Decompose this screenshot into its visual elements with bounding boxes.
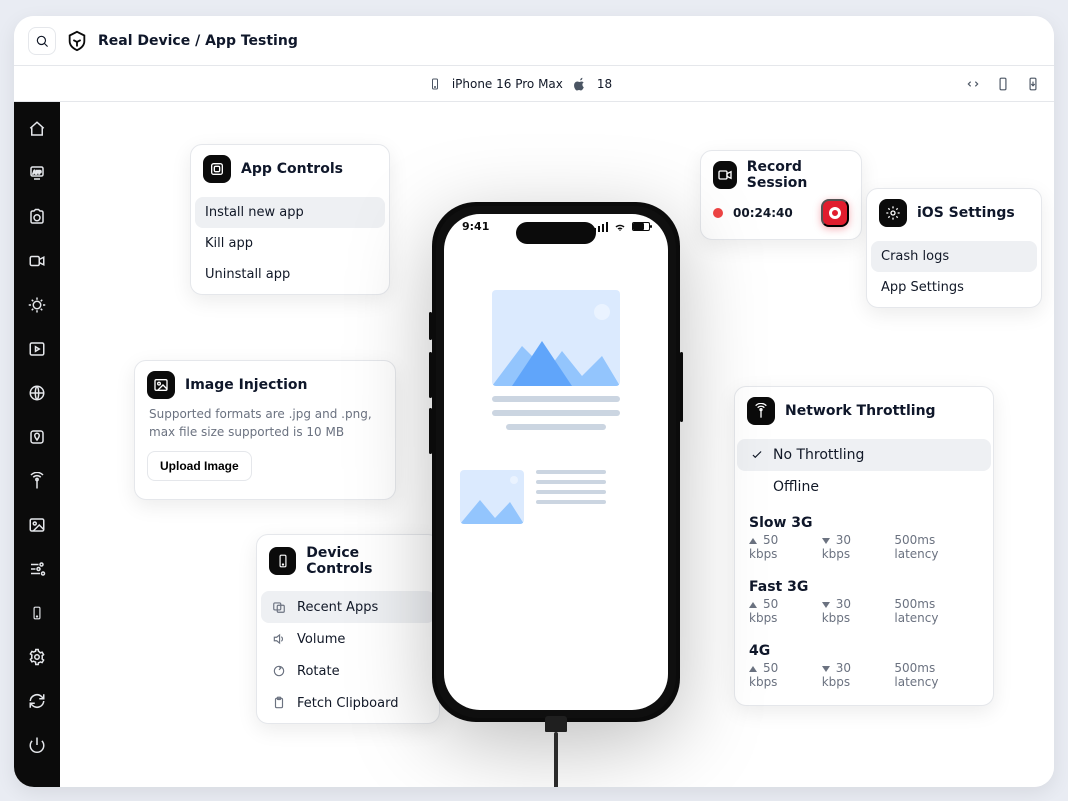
devtools-icon[interactable] [996, 77, 1010, 91]
placeholder-row [460, 470, 652, 524]
download-icon [822, 538, 830, 544]
device-controls-icon [269, 547, 296, 575]
device-icon [428, 77, 442, 91]
ios-settings-title: iOS Settings [917, 205, 1015, 221]
topbar: Real Device / App Testing [14, 16, 1054, 66]
network-throttling-card: Network Throttling No Throttling Offline [734, 386, 994, 706]
phone-statusbar: 9:41 [444, 220, 668, 233]
sidebar-power[interactable] [22, 730, 52, 760]
record-session-card: Record Session 00:24:40 [700, 150, 862, 240]
app-controls-title: App Controls [241, 161, 343, 177]
sidebar-adjust[interactable] [22, 554, 52, 584]
stop-record-button[interactable] [821, 199, 849, 227]
image-injection-title: Image Injection [185, 377, 307, 393]
upload-icon [749, 602, 757, 608]
download-icon [822, 602, 830, 608]
net-option-offline[interactable]: Offline [737, 471, 991, 503]
app-controls-card: App Controls Install new app Kill app Un… [190, 144, 390, 295]
search-icon [35, 34, 49, 48]
app-controls-uninstall[interactable]: Uninstall app [195, 259, 385, 290]
device-rotate[interactable]: Rotate [261, 655, 435, 687]
app-controls-icon [203, 155, 231, 183]
net-profile-4g[interactable]: 4G 50 kbps 30 kbps 500ms latency [737, 631, 991, 695]
sidebar-antenna[interactable] [22, 466, 52, 496]
device-controls-card: Device Controls Recent Apps Volume [256, 534, 440, 724]
net-profile-slow3g[interactable]: Slow 3G 50 kbps 30 kbps 500ms latency [737, 503, 991, 567]
device-info: iPhone 16 Pro Max 18 [428, 77, 612, 91]
phone-cable [544, 716, 568, 787]
clipboard-icon [271, 695, 287, 711]
wifi-icon [614, 221, 626, 233]
sidebar-screenshot[interactable] [22, 202, 52, 232]
upload-image-button[interactable]: Upload Image [147, 451, 252, 481]
ios-crash-logs[interactable]: Crash logs [871, 241, 1037, 272]
sidebar: APP [14, 102, 60, 787]
image-injection-icon [147, 371, 175, 399]
image-injection-card: Image Injection Supported formats are .j… [134, 360, 396, 500]
install-icon[interactable] [1026, 77, 1040, 91]
search-button[interactable] [28, 27, 56, 55]
network-throttling-icon [747, 397, 775, 425]
svg-text:APP: APP [33, 170, 42, 176]
net-option-no-throttling[interactable]: No Throttling [737, 439, 991, 471]
placeholder-image [492, 290, 620, 386]
phone-mock: 9:41 [432, 202, 680, 722]
device-name: iPhone 16 Pro Max [452, 77, 563, 91]
ios-app-settings[interactable]: App Settings [871, 272, 1037, 303]
placeholder-lines [460, 396, 652, 430]
sidebar-record[interactable] [22, 246, 52, 276]
body: APP [14, 102, 1054, 787]
apple-icon [573, 77, 587, 91]
app-window: Real Device / App Testing iPhone 16 Pro … [0, 0, 1068, 801]
app-controls-kill[interactable]: Kill app [195, 228, 385, 259]
device-volume[interactable]: Volume [261, 623, 435, 655]
sidebar-location[interactable] [22, 422, 52, 452]
ios-settings-icon [879, 199, 907, 227]
phone-screen[interactable]: 9:41 [444, 214, 668, 710]
check-icon [749, 447, 765, 463]
rotate-icon [271, 663, 287, 679]
record-icon [713, 161, 737, 189]
sidebar-home[interactable] [22, 114, 52, 144]
breadcrumb: Real Device / App Testing [98, 33, 298, 49]
device-controls-title: Device Controls [306, 545, 427, 577]
sidebar-image[interactable] [22, 510, 52, 540]
sidebar-device[interactable] [22, 598, 52, 628]
code-icon[interactable] [966, 77, 980, 91]
record-title: Record Session [747, 159, 849, 191]
sidebar-network[interactable] [22, 378, 52, 408]
sidebar-media[interactable] [22, 334, 52, 364]
placeholder-smlines [536, 470, 606, 524]
record-time: 00:24:40 [733, 206, 793, 220]
battery-icon [632, 222, 650, 231]
image-injection-desc: Supported formats are .jpg and .png, max… [135, 405, 395, 451]
recording-indicator-icon [713, 208, 723, 218]
download-icon [822, 666, 830, 672]
surface: Real Device / App Testing iPhone 16 Pro … [14, 16, 1054, 787]
brand-logo-icon [66, 30, 88, 52]
ios-settings-card: iOS Settings Crash logs App Settings [866, 188, 1042, 308]
sidebar-bugs[interactable] [22, 290, 52, 320]
placeholder-thumb [460, 470, 524, 524]
phone-clock: 9:41 [462, 220, 489, 233]
recent-apps-icon [271, 599, 287, 615]
subbar: iPhone 16 Pro Max 18 [14, 66, 1054, 102]
os-version: 18 [597, 77, 612, 91]
sidebar-apps[interactable]: APP [22, 158, 52, 188]
app-controls-install[interactable]: Install new app [195, 197, 385, 228]
sidebar-refresh[interactable] [22, 686, 52, 716]
signal-icon [594, 222, 608, 232]
volume-icon [271, 631, 287, 647]
device-clipboard[interactable]: Fetch Clipboard [261, 687, 435, 719]
phone-content [460, 250, 652, 694]
sidebar-settings[interactable] [22, 642, 52, 672]
canvas: App Controls Install new app Kill app Un… [60, 102, 1054, 787]
network-throttling-title: Network Throttling [785, 403, 936, 419]
upload-icon [749, 666, 757, 672]
subbar-actions [966, 77, 1040, 91]
net-profile-fast3g[interactable]: Fast 3G 50 kbps 30 kbps 500ms latency [737, 567, 991, 631]
upload-icon [749, 538, 757, 544]
device-recent-apps[interactable]: Recent Apps [261, 591, 435, 623]
